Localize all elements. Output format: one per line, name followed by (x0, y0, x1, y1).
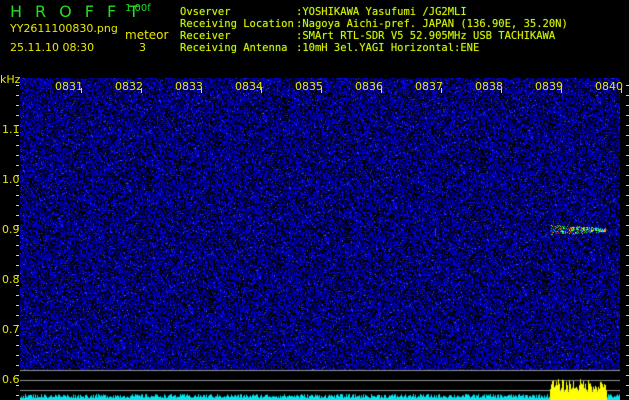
tick-mark (321, 88, 322, 93)
tick-mark (441, 88, 442, 93)
time-label: 0833 (175, 80, 203, 93)
time-label: 0834 (235, 80, 263, 93)
tick-mark (16, 245, 19, 246)
time-label: 0838 (475, 80, 503, 93)
info-value-antenna: :10mH 3el.YAGI Horizontal:ENE (296, 42, 480, 54)
info-value-observer: :YOSHIKAWA Yasufumi /JG2MLI (296, 6, 467, 18)
time-label: 0835 (295, 80, 323, 93)
tick-mark (16, 395, 19, 396)
tick-mark (16, 275, 19, 276)
time-label: 0837 (415, 80, 443, 93)
tick-mark (16, 185, 19, 186)
tick-mark (16, 105, 19, 106)
tick-mark (16, 355, 19, 356)
tick-mark (16, 365, 19, 366)
datetime: 25.11.10 08:30 (10, 41, 95, 54)
info-value-receiver: :SMArt RTL-SDR V5 52.905MHz USB TACHIKAW… (296, 30, 556, 42)
tick-mark (16, 155, 19, 156)
time-label: 0836 (355, 80, 383, 93)
meteor-count: 3 (139, 41, 146, 54)
tick-mark (16, 315, 19, 316)
tick-mark (16, 335, 19, 336)
tick-mark (16, 285, 19, 286)
tick-mark (501, 88, 502, 93)
tick-mark (16, 305, 19, 306)
info-label-antenna: Receiving Antenna (180, 42, 288, 54)
tick-mark (381, 88, 382, 93)
tick-mark (16, 195, 19, 196)
tick-mark (16, 255, 19, 256)
tick-mark (16, 225, 19, 226)
tick-mark (16, 85, 19, 86)
tick-mark (16, 235, 19, 236)
tick-mark (16, 115, 19, 116)
tick-mark (16, 205, 19, 206)
tick-mark (16, 175, 19, 176)
tick-mark (16, 345, 19, 346)
app-version: 1.00f (125, 3, 151, 14)
tick-mark (16, 95, 19, 96)
tick-mark (16, 165, 19, 166)
info-value-location: :Nagoya Aichi-pref. JAPAN (136.90E, 35.2… (296, 18, 568, 30)
tick-mark (16, 325, 19, 326)
info-label-observer: Ovserver (180, 6, 231, 18)
info-label-location: Receiving Location (180, 18, 294, 30)
tick-mark (16, 135, 19, 136)
meteor-label: meteor (125, 28, 169, 42)
tick-mark (201, 88, 202, 93)
time-label: 0832 (115, 80, 143, 93)
tick-mark (561, 88, 562, 93)
tick-mark (261, 88, 262, 93)
tick-mark (81, 88, 82, 93)
tick-mark (141, 88, 142, 93)
tick-mark (16, 385, 19, 386)
tick-mark (16, 215, 19, 216)
tick-mark (16, 265, 19, 266)
tick-mark (16, 145, 19, 146)
filename: YY2611100830.png (10, 22, 118, 35)
time-label: 0831 (55, 80, 83, 93)
tick-mark (621, 88, 622, 93)
tick-mark (16, 125, 19, 126)
tick-mark (16, 375, 19, 376)
tick-mark (16, 295, 19, 296)
info-label-receiver: Receiver (180, 30, 231, 42)
spectrogram (20, 78, 620, 400)
hrofft-window: HROFFT 1.00f YY2611100830.png 25.11.10 0… (0, 0, 629, 400)
time-label: 0839 (535, 80, 563, 93)
time-label: 0840 (595, 80, 623, 93)
